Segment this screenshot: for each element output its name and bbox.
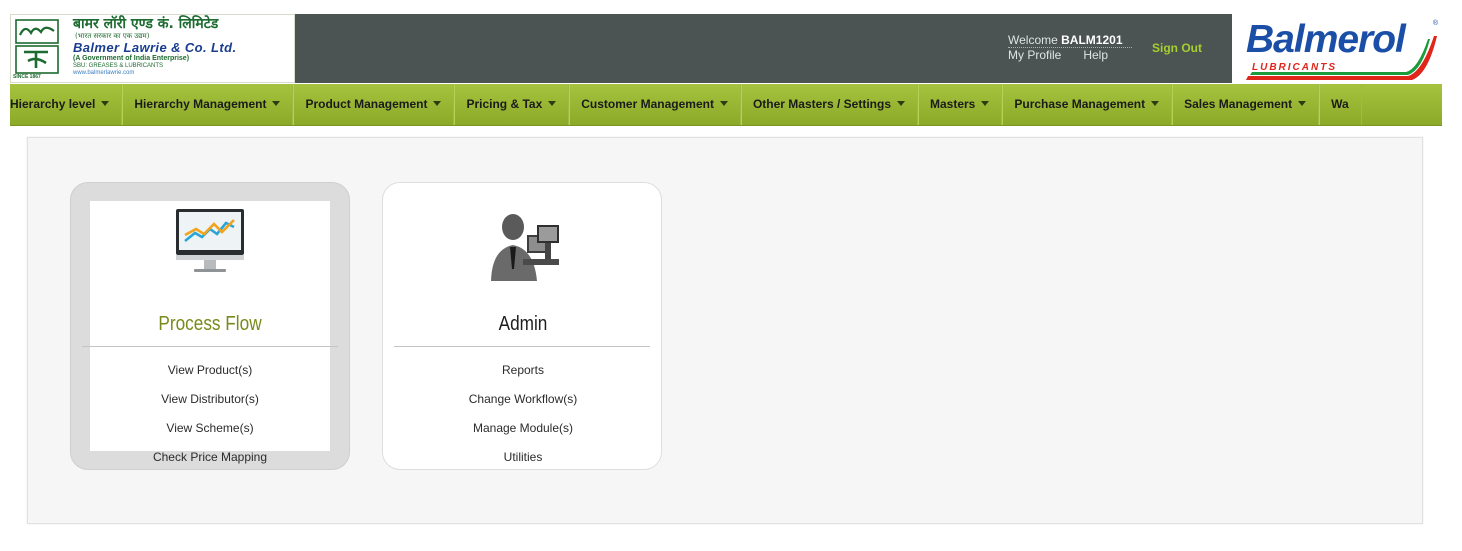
check-price-mapping-link[interactable]: Check Price Mapping xyxy=(90,450,330,479)
balmer-lawrie-emblem-icon xyxy=(15,19,59,74)
process-flow-card-body: Process Flow View Product(s) View Distri… xyxy=(82,201,338,464)
company-subtitle-hindi: (भारत सरकार का एक उद्यम) xyxy=(75,32,150,40)
admin-card[interactable]: Admin Reports Change Workflow(s) Manage … xyxy=(382,182,662,470)
main-nav-bar: Hierarchy level Hierarchy Management Pro… xyxy=(10,84,1442,126)
lubricants-tagline: LUBRICANTS xyxy=(1252,62,1337,73)
nav-hierarchy-management[interactable]: Hierarchy Management xyxy=(122,84,294,125)
caret-down-icon xyxy=(433,101,442,106)
registered-mark: ® xyxy=(1432,20,1438,27)
nav-other-masters-settings[interactable]: Other Masters / Settings xyxy=(740,84,918,125)
nav-label: Hierarchy level xyxy=(10,97,96,111)
my-profile-link[interactable]: My Profile xyxy=(1008,49,1061,61)
sign-out-link[interactable]: Sign Out xyxy=(1152,41,1202,55)
card-divider xyxy=(82,346,338,347)
card-link-list: Reports Change Workflow(s) Manage Module… xyxy=(383,363,663,479)
nav-purchase-management[interactable]: Purchase Management xyxy=(1002,84,1173,125)
caret-down-icon xyxy=(101,101,110,106)
admin-user-computer-icon xyxy=(491,214,559,281)
nav-pricing-tax[interactable]: Pricing & Tax xyxy=(454,84,570,125)
user-welcome-block: Welcome BALM1201 My Profile Help xyxy=(1008,34,1132,61)
nav-label: Product Management xyxy=(305,97,428,111)
company-name-english: Balmer Lawrie & Co. Ltd. xyxy=(73,40,237,55)
nav-product-management[interactable]: Product Management xyxy=(293,84,455,125)
nav-sales-management[interactable]: Sales Management xyxy=(1172,84,1320,125)
card-link-list: View Product(s) View Distributor(s) View… xyxy=(90,363,330,479)
card-title: Admin xyxy=(498,313,548,335)
nav-label: Masters xyxy=(930,97,976,111)
caret-down-icon xyxy=(897,101,905,106)
company-name-hindi: बामर लॉरी एण्ड कं. लिमिटेड xyxy=(73,16,219,32)
reports-link[interactable]: Reports xyxy=(383,363,663,392)
nav-label: Purchase Management xyxy=(1014,97,1146,111)
admin-card-body: Admin Reports Change Workflow(s) Manage … xyxy=(383,201,663,464)
balmerol-wordmark: Balmerol xyxy=(1246,18,1406,61)
balmerol-logo: Balmerol ® LUBRICANTS xyxy=(1232,14,1442,83)
nav-customer-management[interactable]: Customer Management xyxy=(569,84,741,125)
company-website: www.balmerlawrie.com xyxy=(73,70,135,76)
nav-label: Hierarchy Management xyxy=(134,97,267,111)
welcome-prefix: Welcome xyxy=(1008,33,1058,47)
utilities-link[interactable]: Utilities xyxy=(383,450,663,479)
change-workflows-link[interactable]: Change Workflow(s) xyxy=(383,392,663,421)
nav-label: Other Masters / Settings xyxy=(752,97,891,111)
balmer-lawrie-logo: SINCE 1867 बामर लॉरी एण्ड कं. लिमिटेड (भ… xyxy=(10,14,295,83)
caret-down-icon xyxy=(719,101,728,106)
view-products-link[interactable]: View Product(s) xyxy=(90,363,330,392)
nav-truncated-item[interactable]: Wa xyxy=(1319,84,1362,125)
since-text: SINCE 1867 xyxy=(13,74,41,80)
card-title: Process Flow xyxy=(158,313,262,335)
nav-masters[interactable]: Masters xyxy=(918,84,1003,125)
view-schemes-link[interactable]: View Scheme(s) xyxy=(90,421,330,450)
manage-modules-link[interactable]: Manage Module(s) xyxy=(383,421,663,450)
process-flow-card[interactable]: Process Flow View Product(s) View Distri… xyxy=(70,182,350,470)
header-bar: SINCE 1867 बामर लॉरी एण्ड कं. लिमिटेड (भ… xyxy=(10,14,1442,83)
company-sbu-line: SBU: GREASES & LUBRICANTS xyxy=(73,63,164,69)
caret-down-icon xyxy=(272,101,281,106)
caret-down-icon xyxy=(1151,101,1160,106)
caret-down-icon xyxy=(548,101,557,106)
company-name-block: बामर लॉरी एण्ड कं. लिमिटेड (भारत सरकार क… xyxy=(73,17,293,81)
profile-links: My Profile Help xyxy=(1008,49,1132,61)
nav-label: Sales Management xyxy=(1184,97,1293,111)
nav-label: Pricing & Tax xyxy=(466,97,543,111)
dashboard-panel: Process Flow View Product(s) View Distri… xyxy=(27,137,1423,524)
help-link[interactable]: Help xyxy=(1083,49,1108,61)
company-govt-line: (A Government of India Enterprise) xyxy=(73,55,190,62)
caret-down-icon xyxy=(1298,101,1307,106)
card-divider xyxy=(394,346,650,347)
monitor-chart-icon xyxy=(176,209,244,272)
nav-label: Wa xyxy=(1331,97,1349,111)
nav-label: Customer Management xyxy=(581,97,714,111)
view-distributors-link[interactable]: View Distributor(s) xyxy=(90,392,330,421)
nav-hierarchy-level[interactable]: Hierarchy level xyxy=(10,84,123,125)
caret-down-icon xyxy=(981,101,990,106)
username: BALM1201 xyxy=(1061,33,1123,47)
welcome-line: Welcome BALM1201 xyxy=(1008,34,1132,46)
